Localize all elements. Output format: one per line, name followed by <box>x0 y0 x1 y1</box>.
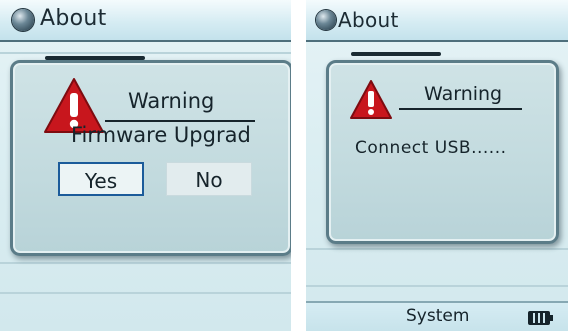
title-underline <box>105 120 255 122</box>
device-screen-right: About Warning Connect USB...... System <box>306 0 568 331</box>
list-divider <box>306 248 568 250</box>
yes-button[interactable]: Yes <box>58 162 144 196</box>
list-divider <box>0 262 291 264</box>
dialog-title: Warning <box>128 89 215 113</box>
status-label: System <box>406 306 470 326</box>
dialog-message: Connect USB...... <box>355 138 507 158</box>
battery-icon <box>528 311 553 325</box>
list-divider <box>0 52 291 54</box>
connect-usb-dialog: Warning Connect USB...... <box>326 60 559 244</box>
globe-icon <box>12 9 34 31</box>
title-bar: About <box>0 0 291 42</box>
globe-icon <box>316 10 336 30</box>
dialog-title: Warning <box>424 83 503 105</box>
status-bar: System <box>306 301 568 331</box>
title-bar: About <box>306 0 568 42</box>
title-underline <box>399 108 522 110</box>
dialog-message: Firmware Upgrad <box>71 123 251 147</box>
screen-title: About <box>40 6 107 31</box>
list-divider <box>0 292 291 294</box>
warning-triangle-icon <box>350 80 392 119</box>
screen-title: About <box>338 8 399 32</box>
no-button[interactable]: No <box>166 162 252 196</box>
firmware-upgrade-dialog: Warning Firmware Upgrad Yes No <box>10 60 291 256</box>
device-screen-left: About Warning Firmware Upgrad Yes No <box>0 0 291 331</box>
photo-gap <box>291 0 306 331</box>
list-divider <box>306 285 568 287</box>
list-item-placeholder <box>351 52 441 56</box>
